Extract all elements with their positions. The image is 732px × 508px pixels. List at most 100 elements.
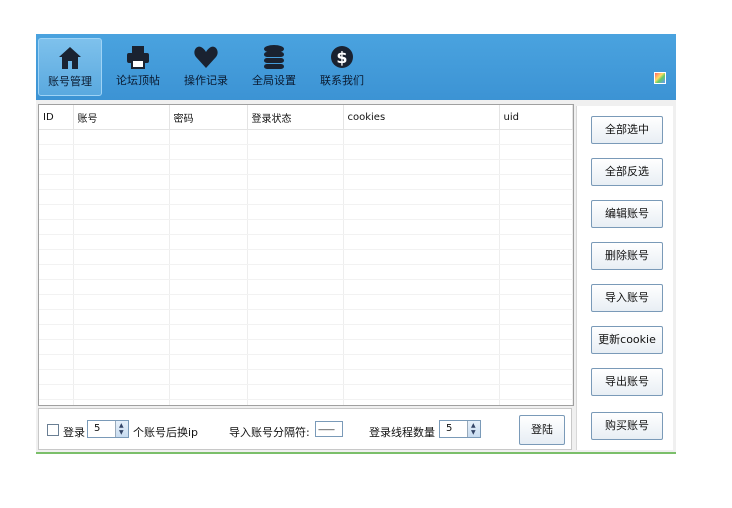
table-cell[interactable] [73,354,170,370]
table-row[interactable] [39,339,573,355]
table-row[interactable] [39,369,573,385]
table-cell[interactable] [499,324,573,340]
table-cell[interactable] [247,279,344,295]
table-cell[interactable] [343,174,500,190]
table-cell[interactable] [169,354,248,370]
table-cell[interactable] [169,279,248,295]
table-row[interactable] [39,384,573,400]
down-arrow-icon[interactable]: ▼ [119,430,124,436]
table-cell[interactable] [499,339,573,355]
table-cell[interactable] [343,159,500,175]
col-header[interactable]: uid [499,105,573,130]
table-cell[interactable] [247,339,344,355]
login-checkbox[interactable] [47,424,59,436]
table-cell[interactable] [73,264,170,280]
table-cell[interactable] [73,174,170,190]
table-cell[interactable] [39,219,74,235]
table-cell[interactable] [343,309,500,325]
table-cell[interactable] [343,144,500,160]
table-row[interactable] [39,279,573,295]
table-cell[interactable] [343,369,500,385]
col-header[interactable]: 登录状态 [247,105,344,130]
table-cell[interactable] [343,129,500,145]
table-cell[interactable] [39,309,74,325]
table-cell[interactable] [169,174,248,190]
table-cell[interactable] [73,189,170,205]
table-cell[interactable] [499,399,573,405]
table-cell[interactable] [499,219,573,235]
table-row[interactable] [39,324,573,340]
table-cell[interactable] [247,204,344,220]
table-cell[interactable] [73,144,170,160]
table-cell[interactable] [169,204,248,220]
table-cell[interactable] [499,369,573,385]
stepper-arrows[interactable]: ▲ ▼ [467,421,480,437]
down-arrow-icon[interactable]: ▼ [471,430,476,436]
table-cell[interactable] [73,339,170,355]
table-cell[interactable] [247,189,344,205]
table-cell[interactable] [247,309,344,325]
table-cell[interactable] [499,384,573,400]
table-cell[interactable] [39,129,74,145]
table-cell[interactable] [499,279,573,295]
table-cell[interactable] [39,399,74,405]
table-cell[interactable] [247,324,344,340]
table-cell[interactable] [39,204,74,220]
table-cell[interactable] [247,384,344,400]
table-cell[interactable] [343,279,500,295]
import-account-button[interactable]: 导入账号 [591,284,663,312]
table-row[interactable] [39,189,573,205]
table-cell[interactable] [499,354,573,370]
tab-forum-bump[interactable]: 论坛顶帖 [106,38,170,96]
table-cell[interactable] [247,399,344,405]
table-cell[interactable] [343,339,500,355]
table-cell[interactable] [39,249,74,265]
table-row[interactable] [39,219,573,235]
table-cell[interactable] [499,309,573,325]
separator-input[interactable]: —— [315,421,343,437]
table-cell[interactable] [73,279,170,295]
table-cell[interactable] [39,234,74,250]
table-cell[interactable] [169,324,248,340]
table-cell[interactable] [499,234,573,250]
table-row[interactable] [39,234,573,250]
tab-operation-log[interactable]: 操作记录 [174,38,238,96]
table-cell[interactable] [499,204,573,220]
table-cell[interactable] [73,204,170,220]
table-cell[interactable] [499,159,573,175]
table-cell[interactable] [499,129,573,145]
table-row[interactable] [39,264,573,280]
table-cell[interactable] [73,399,170,405]
skin-icon[interactable] [654,72,666,84]
login-button[interactable]: 登陆 [519,415,565,445]
table-cell[interactable] [247,129,344,145]
table-cell[interactable] [169,339,248,355]
table-row[interactable] [39,159,573,175]
table-cell[interactable] [73,234,170,250]
table-cell[interactable] [169,264,248,280]
table-row[interactable] [39,144,573,160]
table-cell[interactable] [39,294,74,310]
table-cell[interactable] [73,369,170,385]
table-cell[interactable] [343,219,500,235]
account-table[interactable]: ID 账号 密码 登录状态 cookies uid [38,104,574,406]
table-cell[interactable] [73,294,170,310]
table-cell[interactable] [73,249,170,265]
table-cell[interactable] [169,129,248,145]
tab-contact-us[interactable]: $ 联系我们 [310,38,374,96]
table-cell[interactable] [39,159,74,175]
table-cell[interactable] [499,174,573,190]
table-cell[interactable] [169,219,248,235]
table-cell[interactable] [343,264,500,280]
table-cell[interactable] [499,189,573,205]
table-cell[interactable] [39,354,74,370]
table-row[interactable] [39,174,573,190]
table-cell[interactable] [169,294,248,310]
edit-account-button[interactable]: 编辑账号 [591,200,663,228]
col-header[interactable]: 密码 [169,105,248,130]
table-cell[interactable] [73,309,170,325]
table-cell[interactable] [247,234,344,250]
tab-account-manage[interactable]: 账号管理 [38,38,102,96]
table-cell[interactable] [169,249,248,265]
table-cell[interactable] [39,384,74,400]
